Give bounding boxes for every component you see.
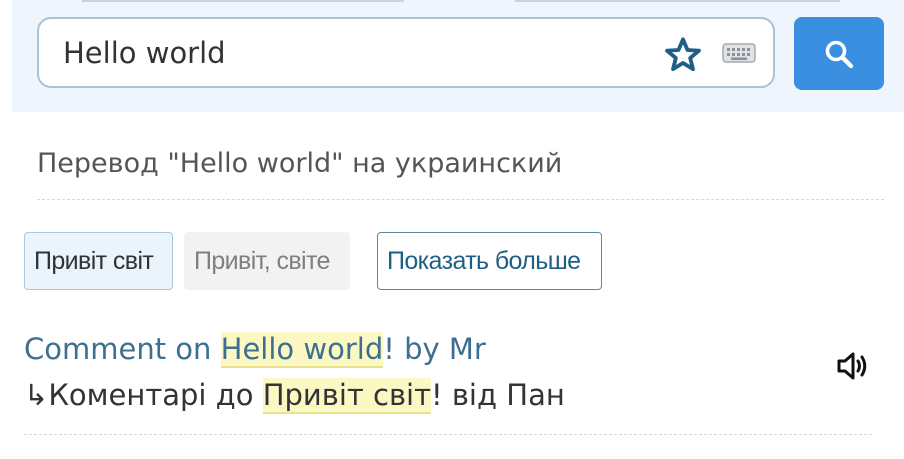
example-source-sentence: Comment on Hello world! by Mr	[24, 331, 486, 368]
translation-chip-alternative[interactable]: Привіт, світе	[184, 232, 350, 290]
example-target-highlight: Привіт світ	[262, 378, 431, 414]
page-title: Перевод "Hello world" на украинский	[37, 148, 563, 179]
top-strip-left	[82, 0, 404, 2]
example-target-sentence: ↳Коментарі до Привіт світ! від Пан	[24, 377, 565, 414]
example-source-highlight: Hello world	[220, 332, 384, 368]
example-source-prefix: Comment on	[24, 332, 221, 366]
show-more-button[interactable]: Показать больше	[377, 232, 602, 290]
search-input[interactable]	[63, 35, 643, 71]
search-button[interactable]	[794, 17, 884, 90]
search-icon	[825, 40, 854, 69]
top-strip-right	[515, 0, 840, 2]
example-source-suffix: ! by Mr	[383, 332, 486, 366]
search-field[interactable]	[37, 17, 775, 88]
star-icon[interactable]	[663, 35, 703, 75]
translation-chip-primary[interactable]: Привіт світ	[24, 232, 173, 290]
divider	[37, 199, 884, 200]
divider	[24, 434, 872, 435]
speaker-icon[interactable]	[835, 348, 871, 384]
keyboard-icon[interactable]	[722, 41, 756, 65]
arrow-icon: ↳	[24, 378, 49, 412]
example-target-suffix: ! від Пан	[431, 378, 565, 412]
example-target-prefix: Коментарі до	[48, 378, 263, 412]
